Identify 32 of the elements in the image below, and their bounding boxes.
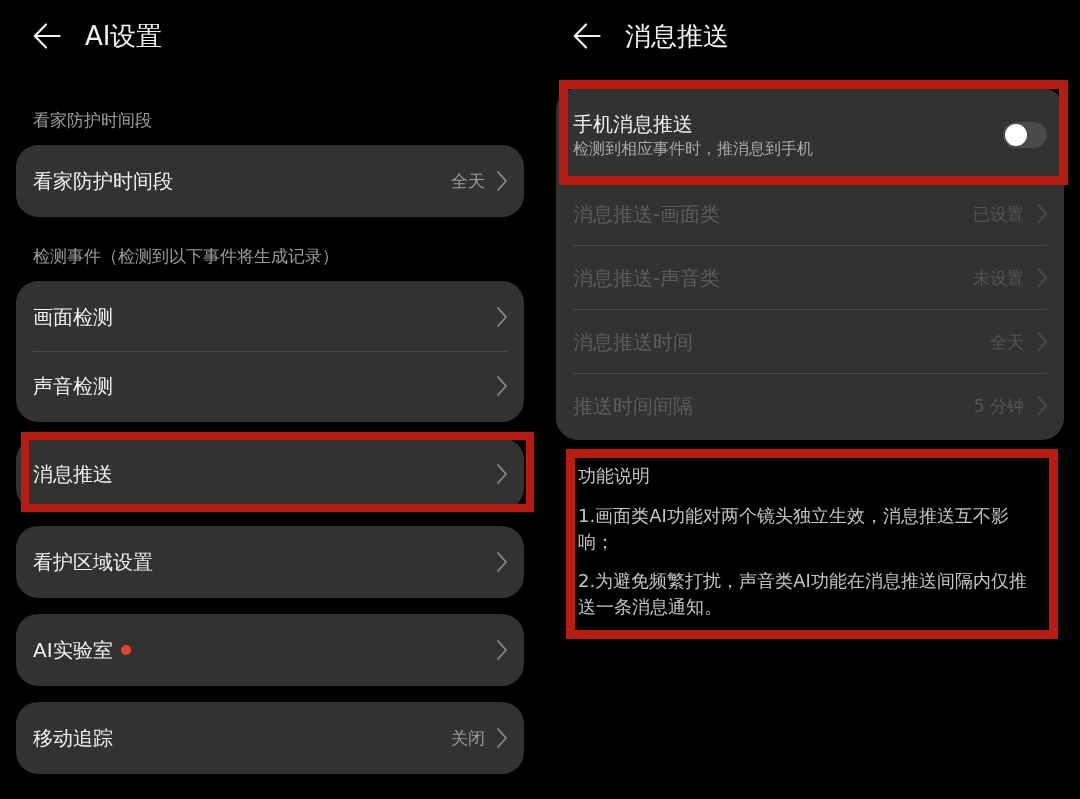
row-label[interactable]: 移动追踪 [33, 724, 113, 752]
chevron-right-icon [497, 376, 507, 396]
chevron-right-icon [1037, 267, 1047, 288]
screen-title: AI设置 [85, 20, 163, 52]
toggle-switch[interactable] [1003, 122, 1047, 148]
chevron-right-icon [1037, 395, 1047, 416]
back-arrow-icon[interactable] [33, 23, 61, 49]
description-heading: 功能说明 [578, 464, 651, 488]
screen-title: 消息推送 [625, 20, 729, 52]
row-label[interactable]: 声音检测 [33, 372, 113, 400]
chevron-right-icon [497, 464, 507, 484]
chevron-right-icon [497, 640, 507, 660]
row-label[interactable]: 画面检测 [33, 303, 113, 331]
chevron-right-icon [1037, 203, 1047, 224]
chevron-right-icon [497, 171, 507, 191]
back-arrow-icon[interactable] [573, 23, 601, 49]
row-label[interactable]: 看护区域设置 [33, 548, 153, 576]
chevron-right-icon [497, 728, 507, 748]
section-header: 看家防护时间段 [33, 109, 152, 132]
row-label[interactable]: 看家防护时间段 [33, 167, 173, 195]
toggle-subtitle: 检测到相应事件时，推消息到手机 [573, 138, 813, 160]
description-paragraph: 1.画面类AI功能对两个镜头独立生效，消息推送互不影响； [578, 504, 1010, 554]
chevron-right-icon [497, 552, 507, 572]
row-value: 全天 [451, 170, 485, 193]
description-paragraph: 2.为避免频繁打扰，声音类AI功能在消息推送间隔内仅推送一条消息通知。 [578, 569, 1028, 619]
row-label[interactable]: AI实验室 [33, 636, 113, 664]
section-header: 检测事件（检测到以下事件将生成记录） [33, 245, 339, 268]
row-value: 关闭 [451, 727, 485, 750]
row-label[interactable]: 消息推送 [33, 460, 113, 488]
chevron-right-icon [1037, 331, 1047, 352]
toggle-title: 手机消息推送 [573, 111, 694, 138]
chevron-right-icon [497, 307, 507, 327]
